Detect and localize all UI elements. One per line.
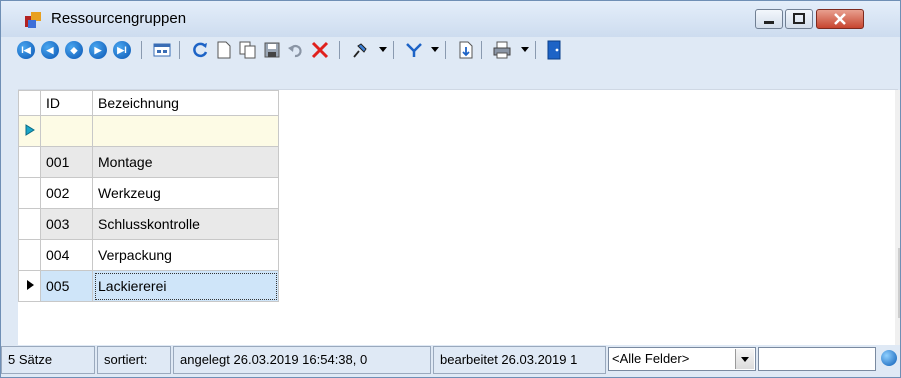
row-indicator [18, 208, 41, 240]
column-header-name[interactable]: Bezeichnung [92, 90, 279, 116]
export-icon [459, 41, 473, 59]
row-indicator-header [18, 90, 41, 116]
resource-groups-icon [25, 12, 41, 28]
maximize-icon [793, 13, 805, 24]
filter-button[interactable] [403, 39, 425, 61]
cell-id[interactable]: 002 [40, 177, 93, 209]
records-table: ID Bezeichnung 001 Montage 002 Werkzeug [18, 90, 279, 302]
toolbar-separator [339, 41, 340, 59]
toolbar: I◀ ◀ ◆ ▶ ▶I [1, 37, 900, 91]
new-row-indicator-icon [25, 124, 35, 136]
field-selector-value: <Alle Felder> [612, 351, 690, 366]
goto-record-button[interactable]: ◆ [63, 39, 85, 61]
table-row[interactable]: 003 Schlusskontrolle [18, 208, 279, 240]
cell-id[interactable]: 003 [40, 208, 93, 240]
row-indicator [18, 239, 41, 271]
cell-id[interactable]: 005 [40, 270, 93, 302]
pin-icon [353, 43, 367, 58]
toolbar-separator [179, 41, 180, 59]
cell-name[interactable]: Montage [92, 146, 279, 178]
vertical-scrollbar[interactable]: ▲ ▼ [895, 90, 900, 345]
cell-name[interactable] [92, 115, 279, 147]
filter-dropdown-arrow[interactable] [431, 47, 439, 52]
previous-record-icon: ◀ [41, 41, 59, 59]
row-indicator [18, 146, 41, 178]
last-record-icon: ▶I [113, 41, 131, 59]
cell-id[interactable] [40, 115, 93, 147]
undo-button[interactable] [285, 39, 307, 61]
edited-timestamp: bearbeitet 26.03.2019 1 [433, 346, 606, 374]
search-input[interactable] [758, 347, 876, 371]
next-record-icon: ▶ [89, 41, 107, 59]
record-count: 5 Sätze [1, 346, 95, 374]
selected-table-row[interactable]: 005 Lackiererei [18, 270, 279, 302]
delete-icon [311, 41, 329, 59]
export-button[interactable] [455, 39, 477, 61]
pin-button[interactable] [349, 39, 371, 61]
column-header-id[interactable]: ID [40, 90, 93, 116]
first-record-icon: I◀ [17, 41, 35, 59]
close-icon [834, 13, 846, 25]
copy-record-icon [239, 41, 256, 59]
chevron-down-icon[interactable] [735, 349, 754, 369]
cell-name[interactable]: Schlusskontrolle [92, 208, 279, 240]
refresh-icon [193, 42, 208, 58]
table-row[interactable]: 004 Verpackung [18, 239, 279, 271]
row-indicator [18, 177, 41, 209]
goto-record-icon: ◆ [65, 41, 83, 59]
print-icon [493, 41, 511, 59]
minimize-icon [764, 21, 774, 24]
toolbar-separator [141, 41, 142, 59]
window-title: Ressourcengruppen [51, 10, 187, 27]
grid-view-button[interactable] [151, 39, 173, 61]
globe-icon[interactable] [881, 350, 897, 366]
records-grid-area: ID Bezeichnung 001 Montage 002 Werkzeug [18, 89, 900, 345]
exit-button[interactable] [543, 39, 565, 61]
title-bar[interactable]: Ressourcengruppen [1, 1, 900, 37]
cell-name[interactable]: Lackiererei [92, 270, 279, 302]
cell-id[interactable]: 004 [40, 239, 93, 271]
print-dropdown-arrow[interactable] [521, 47, 529, 52]
refresh-button[interactable] [189, 39, 211, 61]
status-bar: 5 Sätze sortiert: angelegt 26.03.2019 16… [1, 345, 900, 377]
created-timestamp: angelegt 26.03.2019 16:54:38, 0 [173, 346, 431, 374]
close-button[interactable] [816, 9, 864, 29]
save-button[interactable] [261, 39, 283, 61]
sort-status: sortiert: [97, 346, 171, 374]
cell-name[interactable]: Verpackung [92, 239, 279, 271]
print-button[interactable] [491, 39, 513, 61]
new-record-row[interactable] [18, 115, 279, 147]
current-row-indicator-icon [26, 280, 34, 290]
save-icon [264, 42, 280, 58]
cell-id[interactable]: 001 [40, 146, 93, 178]
grid-view-icon [153, 43, 171, 57]
first-record-button[interactable]: I◀ [15, 39, 37, 61]
field-selector[interactable]: <Alle Felder> [608, 347, 756, 371]
row-indicator [18, 115, 41, 147]
cell-name[interactable]: Werkzeug [92, 177, 279, 209]
next-record-button[interactable]: ▶ [87, 39, 109, 61]
minimize-button[interactable] [755, 9, 783, 29]
last-record-button[interactable]: ▶I [111, 39, 133, 61]
undo-icon [288, 44, 302, 58]
copy-record-button[interactable] [237, 39, 259, 61]
toolbar-separator [535, 41, 536, 59]
table-row[interactable]: 001 Montage [18, 146, 279, 178]
toolbar-separator [393, 41, 394, 59]
toolbar-separator [445, 41, 446, 59]
maximize-button[interactable] [785, 9, 813, 29]
filter-icon [406, 43, 422, 57]
row-indicator [18, 270, 41, 302]
table-row[interactable]: 002 Werkzeug [18, 177, 279, 209]
new-record-icon [217, 41, 231, 59]
table-header-row: ID Bezeichnung [18, 90, 279, 116]
previous-record-button[interactable]: ◀ [39, 39, 61, 61]
pin-dropdown-arrow[interactable] [379, 47, 387, 52]
toolbar-separator [481, 41, 482, 59]
exit-icon [547, 40, 561, 60]
delete-button[interactable] [309, 39, 331, 61]
new-record-button[interactable] [213, 39, 235, 61]
app-window: Ressourcengruppen I◀ ◀ ◆ ▶ ▶I ID Bezeich… [0, 0, 901, 378]
